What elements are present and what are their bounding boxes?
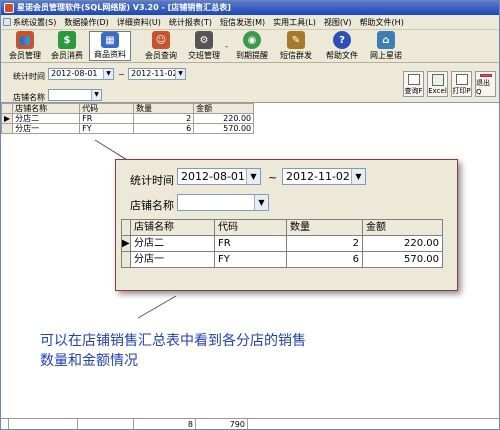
zoom-date-from: 2012-08-01 ▼ xyxy=(177,168,261,185)
zoom-shop-label: 店铺名称 xyxy=(130,199,174,212)
zoom-date-label: 统计时间 xyxy=(130,174,174,187)
caption-text: 可以在店铺销售汇总表中看到各分店的销售 数量和金额情况 xyxy=(40,333,306,369)
zoom-shop-select: ▼ xyxy=(177,194,269,211)
chevron-down-icon: ▼ xyxy=(351,169,365,184)
callout-line-bottom xyxy=(137,295,177,319)
row-pointer-icon: ▶ xyxy=(121,235,131,252)
table-row: ▶ 分店二 FR 2 220.00 xyxy=(121,235,443,252)
zoom-date-to: 2012-11-02 ▼ xyxy=(282,168,366,185)
zoom-callout: 统计时间 2012-08-01 ▼ ~ 2012-11-02 ▼ 店铺名称 ▼ 店铺… xyxy=(115,159,458,291)
chevron-down-icon: ▼ xyxy=(246,169,260,184)
chevron-down-icon: ▼ xyxy=(254,195,268,210)
table-row: 分店一 FY 6 570.00 xyxy=(121,251,443,268)
zoom-table: 店铺名称 代码 数量 金额 ▶ 分店二 FR 2 220.00 分店一 FY 6… xyxy=(121,219,443,268)
